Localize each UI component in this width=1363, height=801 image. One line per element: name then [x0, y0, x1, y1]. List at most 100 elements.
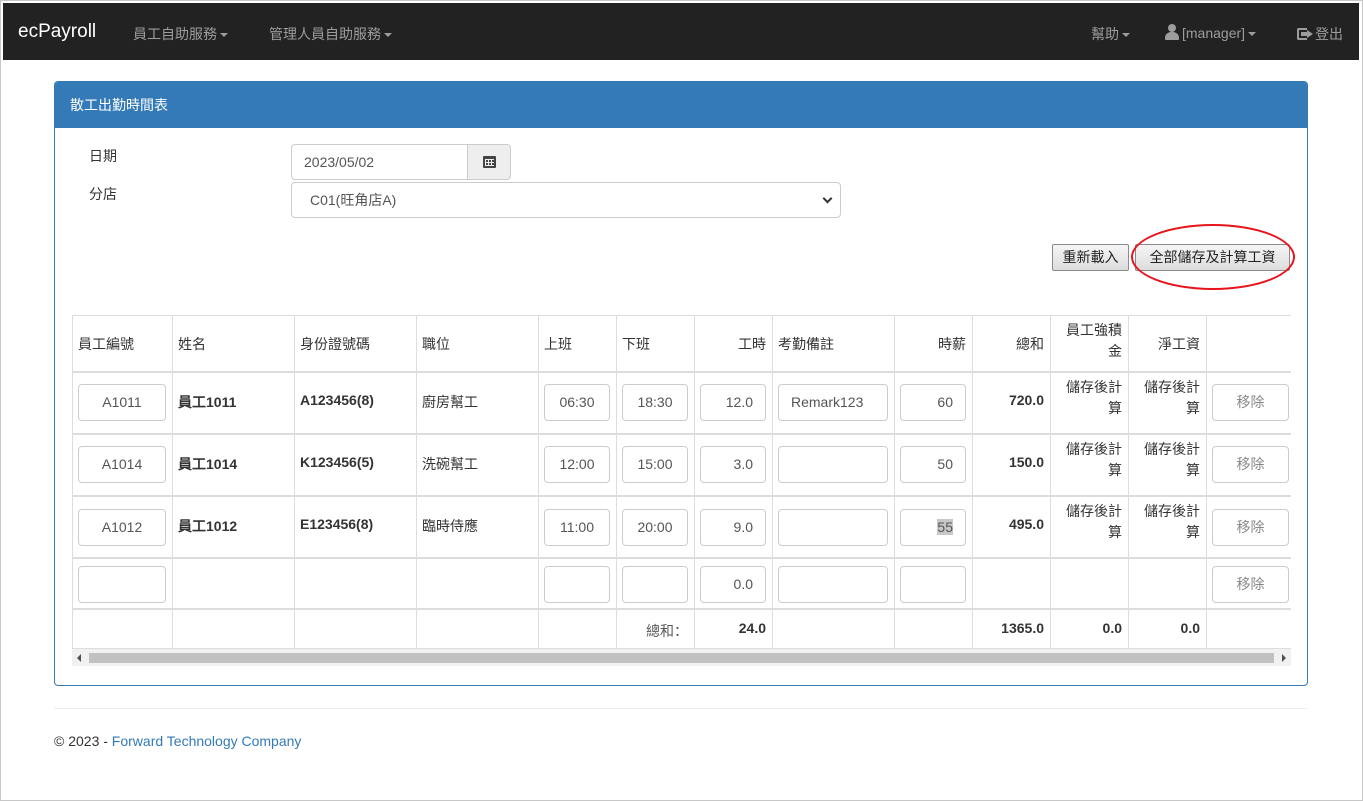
- caret-down-icon: [1122, 33, 1130, 38]
- start-time-input[interactable]: 11:00: [544, 509, 610, 546]
- emp-no-input[interactable]: A1012: [78, 509, 166, 546]
- company-link[interactable]: Forward Technology Company: [112, 733, 302, 749]
- start-time-input[interactable]: 06:30: [544, 384, 610, 421]
- emp-position: 臨時侍應: [422, 518, 478, 534]
- remove-button[interactable]: 移除: [1212, 509, 1289, 546]
- row-total: 150.0: [1008, 454, 1044, 470]
- user-icon: [1165, 24, 1179, 40]
- copyright-text: © 2023 -: [54, 733, 112, 749]
- branch-select-value: C01(旺角店A): [310, 192, 397, 208]
- hours-sum: 24.0: [738, 620, 766, 636]
- new-start-time-input[interactable]: [544, 566, 610, 603]
- brand-link[interactable]: ecPayroll: [18, 21, 96, 43]
- emp-name: 員工1014: [178, 456, 238, 472]
- branch-label: 分店: [89, 186, 117, 202]
- reload-button[interactable]: 重新載入: [1052, 244, 1129, 271]
- emp-position: 廚房幫工: [422, 394, 478, 410]
- end-time-input[interactable]: 18:30: [622, 384, 688, 421]
- remark-input[interactable]: [778, 446, 888, 483]
- header-rate: 時薪: [938, 336, 966, 352]
- header-total: 總和: [1016, 336, 1044, 352]
- menu-employee-label: 員工自助服務: [133, 26, 217, 42]
- emp-name: 員工1012: [178, 518, 238, 534]
- header-hours: 工時: [738, 336, 766, 352]
- logout-link[interactable]: 登出: [1297, 24, 1343, 44]
- footer: © 2023 - Forward Technology Company: [54, 733, 301, 749]
- row-mpf: 儲存後計算: [1066, 441, 1122, 478]
- header-position: 職位: [422, 336, 450, 352]
- row-mpf: 儲存後計算: [1066, 503, 1122, 540]
- hours-input[interactable]: 3.0: [700, 446, 766, 483]
- menu-manager-label: 管理人員自助服務: [269, 26, 381, 42]
- caret-down-icon: [384, 33, 392, 38]
- timesheet-table: 員工編號 姓名 身份證號碼 職位 上班 下班 工時 考勤備註 時薪 總和 員工強…: [72, 315, 1291, 667]
- header-name: 姓名: [178, 336, 206, 352]
- net-sum: 0.0: [1180, 620, 1200, 636]
- start-time-input[interactable]: 12:00: [544, 446, 610, 483]
- new-rate-input[interactable]: [900, 566, 966, 603]
- header-emp-no: 員工編號: [78, 336, 134, 352]
- menu-employee-self-service[interactable]: 員工自助服務: [133, 24, 228, 44]
- row-total: 495.0: [1008, 516, 1044, 532]
- rate-input[interactable]: 50: [900, 446, 966, 483]
- selected-rate-text: 55: [937, 519, 953, 535]
- row-total: 720.0: [1008, 392, 1044, 408]
- remove-button[interactable]: 移除: [1212, 566, 1289, 603]
- calendar-icon: [483, 156, 496, 168]
- highlight-circle-annotation: [1131, 224, 1295, 290]
- header-end: 下班: [622, 336, 650, 352]
- date-label: 日期: [89, 148, 117, 164]
- remark-input[interactable]: Remark123: [778, 384, 888, 421]
- remove-button[interactable]: 移除: [1212, 384, 1289, 421]
- emp-id-no: A123456(8): [300, 392, 374, 408]
- mpf-sum: 0.0: [1102, 620, 1122, 636]
- date-input[interactable]: 2023/05/02: [291, 144, 468, 180]
- scrollbar-thumb[interactable]: [89, 653, 1274, 663]
- new-hours-input[interactable]: 0.0: [700, 566, 766, 603]
- header-start: 上班: [544, 336, 572, 352]
- row-net-pay: 儲存後計算: [1144, 441, 1200, 478]
- logout-icon: [1297, 27, 1313, 41]
- new-end-time-input[interactable]: [622, 566, 688, 603]
- row-mpf: 儲存後計算: [1066, 379, 1122, 416]
- rate-input[interactable]: 60: [900, 384, 966, 421]
- emp-position: 洗碗幫工: [422, 456, 478, 472]
- row-net-pay: 儲存後計算: [1144, 379, 1200, 416]
- scroll-left-arrow-icon[interactable]: [77, 654, 81, 662]
- new-emp-no-input[interactable]: [78, 566, 166, 603]
- remark-input[interactable]: [778, 509, 888, 546]
- horizontal-scrollbar[interactable]: [72, 649, 1291, 666]
- header-net-pay: 淨工資: [1158, 336, 1200, 352]
- rate-input[interactable]: 55: [900, 509, 966, 546]
- top-navbar: ecPayroll 員工自助服務 管理人員自助服務 幫助 [manager] 登…: [3, 3, 1359, 60]
- emp-no-input[interactable]: A1011: [78, 384, 166, 421]
- header-mpf: 員工強積金: [1066, 322, 1122, 359]
- menu-help-label: 幫助: [1091, 26, 1119, 42]
- total-sum: 1365.0: [1001, 620, 1044, 636]
- menu-manager-self-service[interactable]: 管理人員自助服務: [269, 24, 392, 44]
- menu-user[interactable]: [manager]: [1165, 24, 1257, 41]
- menu-help[interactable]: 幫助: [1091, 24, 1130, 44]
- header-remark: 考勤備註: [778, 336, 834, 352]
- calendar-button[interactable]: [467, 144, 511, 180]
- emp-id-no: K123456(5): [300, 454, 374, 470]
- logout-label: 登出: [1315, 26, 1343, 42]
- header-id-no: 身份證號碼: [300, 336, 370, 352]
- scroll-right-arrow-icon[interactable]: [1282, 654, 1286, 662]
- caret-down-icon: [220, 33, 228, 38]
- hours-input[interactable]: 12.0: [700, 384, 766, 421]
- footer-divider: [54, 708, 1308, 709]
- remove-button[interactable]: 移除: [1212, 446, 1289, 483]
- emp-no-input[interactable]: A1014: [78, 446, 166, 483]
- chevron-down-icon: [822, 193, 833, 204]
- hours-input[interactable]: 9.0: [700, 509, 766, 546]
- end-time-input[interactable]: 20:00: [622, 509, 688, 546]
- end-time-input[interactable]: 15:00: [622, 446, 688, 483]
- emp-name: 員工1011: [178, 394, 237, 410]
- panel-title: 散工出勤時間表: [55, 82, 1307, 128]
- caret-down-icon: [1248, 32, 1257, 37]
- emp-id-no: E123456(8): [300, 516, 374, 532]
- branch-select[interactable]: C01(旺角店A): [291, 182, 841, 218]
- new-remark-input[interactable]: [778, 566, 888, 603]
- totals-label: 總和：: [646, 623, 688, 639]
